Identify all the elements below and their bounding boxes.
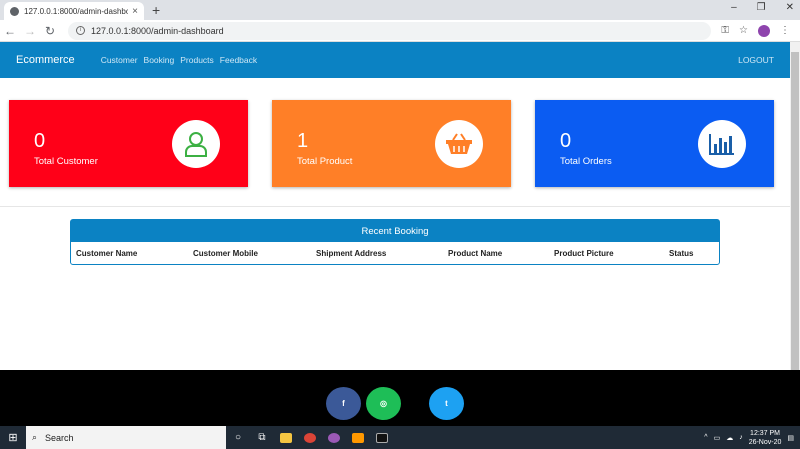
total-customer-card: 0 Total Customer — [9, 100, 248, 187]
url-field[interactable]: i 127.0.0.1:8000/admin-dashboard — [68, 21, 712, 40]
chrome-icon[interactable] — [298, 426, 322, 449]
nav-link-booking[interactable]: Booking — [144, 55, 175, 65]
close-tab-icon[interactable]: × — [132, 6, 138, 17]
profile-avatar[interactable] — [758, 24, 770, 37]
table-header: Customer Name Customer Mobile Shipment A… — [71, 242, 719, 264]
brand-link[interactable]: Ecommerce — [16, 54, 75, 66]
taskbar-clock[interactable]: 12:37 PM 26-Nov-20 — [749, 429, 782, 447]
url-text: 127.0.0.1:8000/admin-dashboard — [91, 25, 224, 36]
key-icon[interactable]: ⚿ — [721, 25, 729, 36]
recent-booking-panel: Recent Booking Customer Name Customer Mo… — [70, 219, 720, 265]
restore-button[interactable]: ❐ — [757, 2, 766, 13]
system-tray: ^ ▭ ☁ ♪ 12:37 PM 26-Nov-20 ▤ — [704, 429, 800, 447]
total-product-card: 1 Total Product — [272, 100, 511, 187]
browser-tab[interactable]: 127.0.0.1:8000/admin-dashboard × — [4, 2, 144, 20]
total-product-value: 1 — [297, 130, 309, 152]
total-orders-value: 0 — [560, 130, 572, 152]
chrome-profile-icon[interactable] — [322, 426, 346, 449]
chevron-up-icon[interactable]: ^ — [704, 434, 707, 441]
globe-icon — [10, 6, 19, 16]
reload-icon[interactable]: ↻ — [40, 24, 60, 38]
total-product-label: Total Product — [297, 156, 353, 167]
logout-link[interactable]: LOGOUT — [738, 55, 774, 65]
bar-chart-icon — [698, 120, 746, 168]
clock-time: 12:37 PM — [750, 429, 781, 437]
total-customer-value: 0 — [34, 130, 46, 152]
app-navbar: Ecommerce Customer Booking Products Feed… — [0, 42, 790, 78]
scrollbar-thumb[interactable] — [791, 52, 799, 382]
twitter-icon[interactable]: t — [429, 387, 464, 420]
total-orders-label: Total Orders — [560, 156, 612, 167]
column-header: Product Picture — [554, 249, 614, 258]
menu-icon[interactable]: ⋮ — [780, 25, 790, 36]
basket-icon — [435, 120, 483, 168]
taskbar-search[interactable]: ⌕ Search — [26, 426, 226, 449]
search-placeholder: Search — [45, 432, 74, 443]
task-view-icon[interactable]: ⧉ — [250, 426, 274, 449]
address-bar-actions: ⚿ ☆ ⋮ — [711, 24, 800, 37]
clock-date: 26-Nov-20 — [748, 438, 782, 446]
forward-icon[interactable]: → — [20, 24, 40, 38]
column-header: Shipment Address — [316, 249, 387, 258]
facebook-icon[interactable]: f — [326, 387, 361, 420]
nav-link-products[interactable]: Products — [180, 55, 214, 65]
window-controls: – ❐ ✕ — [731, 2, 794, 13]
whatsapp-icon[interactable]: ◎ — [366, 387, 401, 420]
section-divider — [0, 206, 790, 207]
network-icon[interactable]: ▭ — [714, 434, 721, 442]
close-window-button[interactable]: ✕ — [786, 2, 794, 13]
address-bar: ← → ↻ i 127.0.0.1:8000/admin-dashboard ⚿… — [0, 20, 800, 42]
info-icon[interactable]: i — [76, 26, 85, 35]
cortana-icon[interactable]: ○ — [226, 426, 250, 449]
column-header: Customer Name — [76, 249, 138, 258]
total-customer-label: Total Customer — [34, 156, 98, 167]
new-tab-button[interactable]: + — [152, 2, 160, 18]
total-orders-card: 0 Total Orders — [535, 100, 774, 187]
column-header: Customer Mobile — [193, 249, 258, 258]
column-header: Status — [669, 249, 694, 258]
star-icon[interactable]: ☆ — [739, 25, 748, 36]
browser-tab-bar: 127.0.0.1:8000/admin-dashboard × + – ❐ ✕ — [0, 0, 800, 20]
file-explorer-icon[interactable] — [274, 426, 298, 449]
tab-title: 127.0.0.1:8000/admin-dashboard — [24, 6, 129, 16]
windows-start-icon[interactable]: ⊞ — [0, 426, 26, 449]
back-icon[interactable]: ← — [0, 24, 20, 38]
notification-icon[interactable]: ▤ — [787, 434, 794, 442]
nav-link-feedback[interactable]: Feedback — [220, 55, 257, 65]
recent-booking-title: Recent Booking — [71, 220, 719, 242]
sublime-text-icon[interactable] — [346, 426, 370, 449]
column-header: Product Name — [448, 249, 503, 258]
user-icon — [172, 120, 220, 168]
terminal-icon[interactable] — [370, 426, 394, 449]
minimize-button[interactable]: – — [731, 2, 737, 13]
windows-taskbar: ⊞ ⌕ Search ○ ⧉ ^ ▭ ☁ ♪ 12:37 PM 26-Nov-2… — [0, 426, 800, 449]
search-icon: ⌕ — [32, 432, 38, 442]
onedrive-icon[interactable]: ☁ — [726, 434, 733, 442]
volume-icon[interactable]: ♪ — [739, 434, 743, 441]
nav-link-customer[interactable]: Customer — [101, 55, 138, 65]
